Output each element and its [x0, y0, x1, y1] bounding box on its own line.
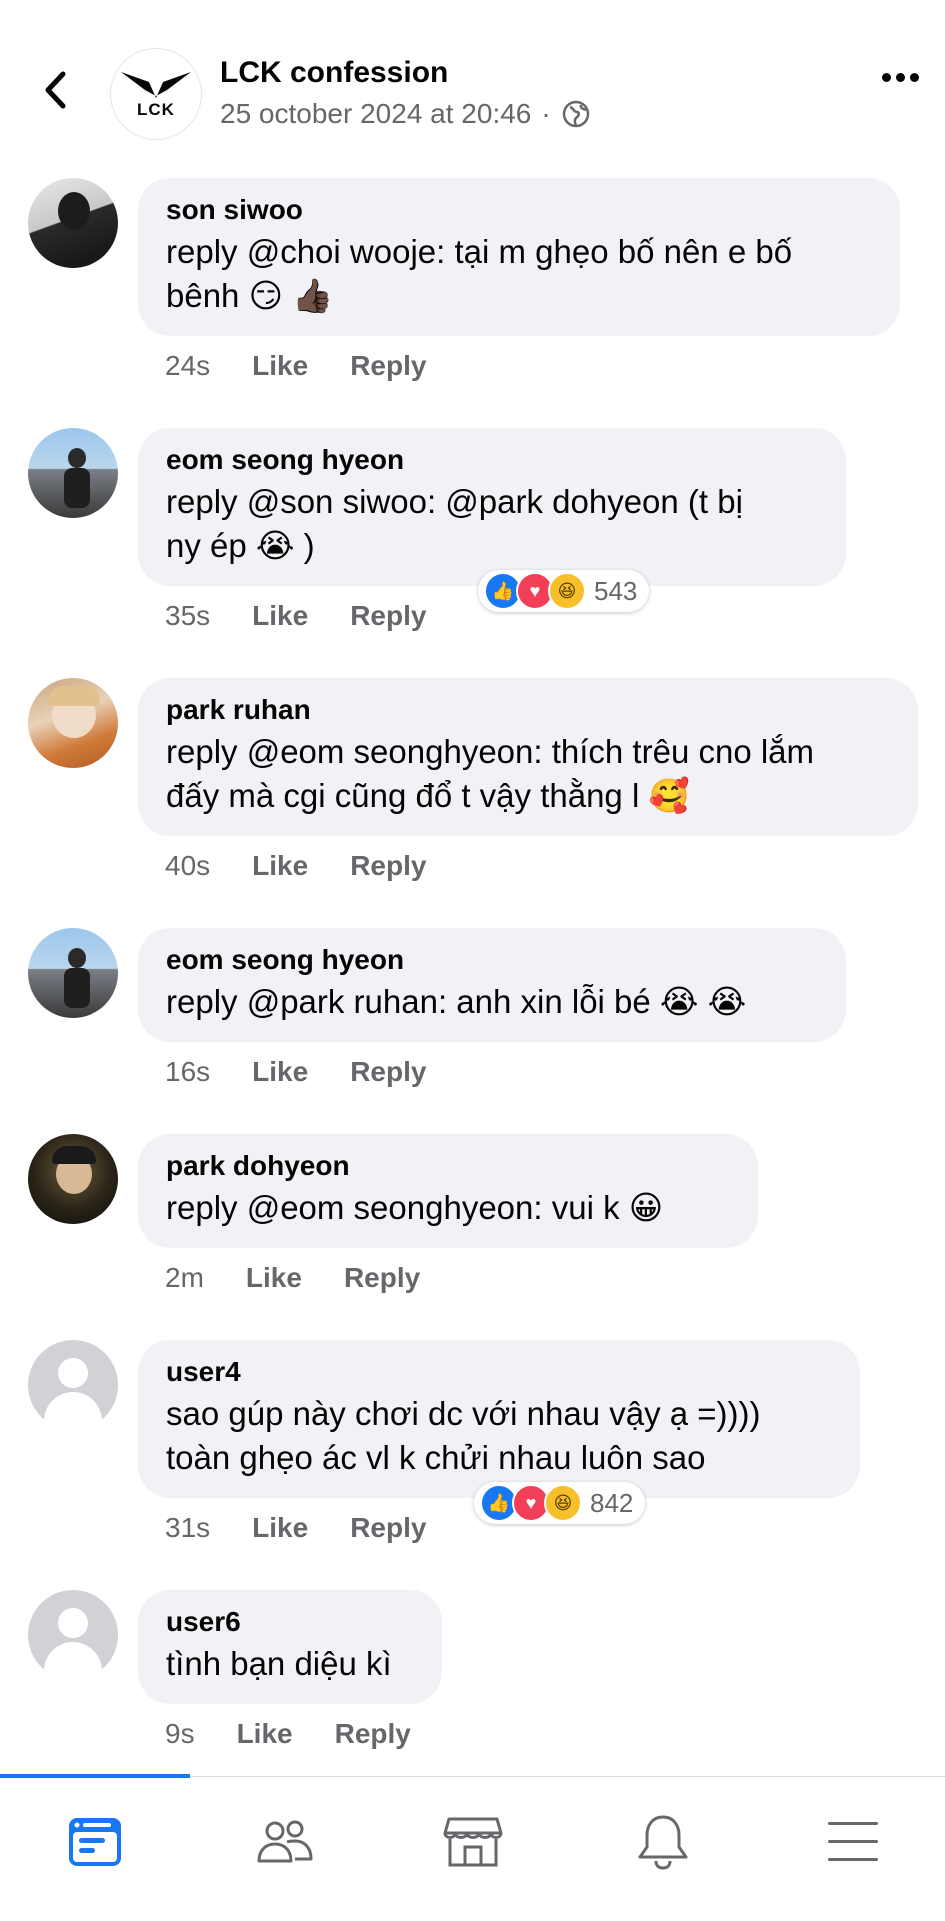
- tab-friends[interactable]: [240, 1807, 330, 1877]
- more-options-button[interactable]: [870, 62, 930, 92]
- haha-reaction-icon: 😆: [544, 1484, 582, 1522]
- comment-bubble: user4 sao gúp này chơi dc với nhau vậy ạ…: [138, 1340, 860, 1498]
- comment-text: tình bạn diệu kì: [166, 1645, 392, 1682]
- comment-author[interactable]: park dohyeon: [166, 1148, 732, 1184]
- haha-reaction-icon: 😆: [548, 572, 586, 610]
- post-timestamp[interactable]: 25 october 2024 at 20:46: [220, 98, 531, 130]
- globe-icon: [562, 100, 589, 128]
- avatar[interactable]: [28, 1134, 118, 1224]
- tab-marketplace[interactable]: [428, 1807, 518, 1877]
- comment-time: 9s: [165, 1718, 195, 1749]
- comment-bubble: user6 tình bạn diệu kì: [138, 1590, 442, 1704]
- comment-actions: 35s Like Reply: [165, 600, 426, 632]
- comment-text: reply @eom seonghyeon: vui k 😀: [166, 1189, 664, 1226]
- comment-text: reply @eom seonghyeon: thích trêu cno lắ…: [166, 733, 815, 770]
- comment-time: 16s: [165, 1056, 211, 1087]
- marketplace-icon: [443, 1817, 503, 1867]
- comment-actions: 9s Like Reply: [165, 1718, 411, 1750]
- reply-button[interactable]: Reply: [350, 350, 426, 382]
- comment-bubble: son siwoo reply @choi wooje: tại m ghẹo …: [138, 178, 900, 336]
- comment-text-line2: toàn ghẹo ác vl k chửi nhau luôn sao: [166, 1439, 706, 1476]
- comment-text: sao gúp này chơi dc với nhau vậy ạ =)))): [166, 1395, 761, 1432]
- page-name[interactable]: LCK confession: [220, 56, 448, 90]
- active-tab-indicator: [0, 1774, 190, 1778]
- avatar[interactable]: [28, 428, 118, 518]
- reply-button[interactable]: Reply: [350, 600, 426, 632]
- bottom-navigation: [0, 1774, 945, 1921]
- avatar[interactable]: [28, 1590, 118, 1680]
- comment-author[interactable]: eom seong hyeon: [166, 442, 820, 478]
- comment-actions: 2m Like Reply: [165, 1262, 420, 1294]
- chevron-left-icon: [45, 71, 66, 109]
- comment-bubble: eom seong hyeon reply @son siwoo: @park …: [138, 428, 846, 586]
- comment-actions: 40s Like Reply: [165, 850, 426, 882]
- like-button[interactable]: Like: [252, 1512, 308, 1544]
- comment-text: reply @choi wooje: tại m ghẹo bố nên e b…: [166, 233, 793, 270]
- feed-icon: [69, 1818, 121, 1866]
- avatar[interactable]: [28, 928, 118, 1018]
- comment-bubble: eom seong hyeon reply @park ruhan: anh x…: [138, 928, 846, 1042]
- like-button[interactable]: Like: [252, 850, 308, 882]
- meta-separator: ·: [541, 98, 551, 129]
- comment-text: reply @son siwoo: @park dohyeon (t bị: [166, 483, 743, 520]
- bell-icon: [638, 1815, 688, 1870]
- reaction-summary[interactable]: 👍 ♥ 😆 543: [478, 570, 650, 612]
- reply-button[interactable]: Reply: [335, 1718, 411, 1750]
- comment-author[interactable]: user6: [166, 1604, 416, 1640]
- tab-feed[interactable]: [50, 1807, 140, 1877]
- comment-author[interactable]: son siwoo: [166, 192, 874, 228]
- post-header: LCK LCK confession 25 october 2024 at 20…: [0, 0, 945, 170]
- reaction-count: 842: [590, 1487, 634, 1518]
- comment-actions: 16s Like Reply: [165, 1056, 426, 1088]
- like-button[interactable]: Like: [252, 600, 308, 632]
- lck-logo-icon: [121, 72, 191, 98]
- comment-bubble: park ruhan reply @eom seonghyeon: thích …: [138, 678, 918, 836]
- reply-button[interactable]: Reply: [344, 1262, 420, 1294]
- tab-menu[interactable]: [808, 1807, 898, 1877]
- reply-button[interactable]: Reply: [350, 850, 426, 882]
- comment-author[interactable]: eom seong hyeon: [166, 942, 820, 978]
- reaction-summary[interactable]: 👍 ♥ 😆 842: [474, 1482, 646, 1524]
- comment-actions: 24s Like Reply: [165, 350, 426, 382]
- comment-actions: 31s Like Reply: [165, 1512, 426, 1544]
- comment-author[interactable]: park ruhan: [166, 692, 892, 728]
- like-button[interactable]: Like: [252, 1056, 308, 1088]
- comment-text: reply @park ruhan: anh xin lỗi bé 😭 😭: [166, 983, 747, 1020]
- avatar[interactable]: [28, 678, 118, 768]
- menu-icon: [828, 1822, 878, 1861]
- like-button[interactable]: Like: [252, 350, 308, 382]
- tab-notifications[interactable]: [618, 1807, 708, 1877]
- friends-icon: [257, 1820, 313, 1863]
- comment-time: 35s: [165, 600, 211, 631]
- reply-button[interactable]: Reply: [350, 1056, 426, 1088]
- avatar[interactable]: [28, 1340, 118, 1430]
- like-button[interactable]: Like: [237, 1718, 293, 1750]
- comment-time: 40s: [165, 850, 211, 881]
- comment-time: 31s: [165, 1512, 211, 1543]
- logo-text: LCK: [137, 100, 175, 119]
- avatar[interactable]: [28, 178, 118, 268]
- comment-bubble: park dohyeon reply @eom seonghyeon: vui …: [138, 1134, 758, 1248]
- page-avatar[interactable]: LCK: [110, 48, 202, 140]
- comment-text-line2: bênh 😏 👍🏿: [166, 277, 334, 314]
- comment-time: 2m: [165, 1262, 204, 1293]
- reaction-count: 543: [594, 575, 638, 606]
- back-button[interactable]: [30, 60, 80, 120]
- comment-time: 24s: [165, 350, 211, 381]
- like-button[interactable]: Like: [246, 1262, 302, 1294]
- comment-text-line2: đấy mà cgi cũng đổ t vậy thằng l 🥰: [166, 777, 690, 814]
- reply-button[interactable]: Reply: [350, 1512, 426, 1544]
- post-meta: 25 october 2024 at 20:46 ·: [220, 98, 591, 130]
- comment-text-line2: ny ép 😭 ): [166, 527, 315, 564]
- comment-author[interactable]: user4: [166, 1354, 834, 1390]
- more-dots-icon: [881, 72, 891, 82]
